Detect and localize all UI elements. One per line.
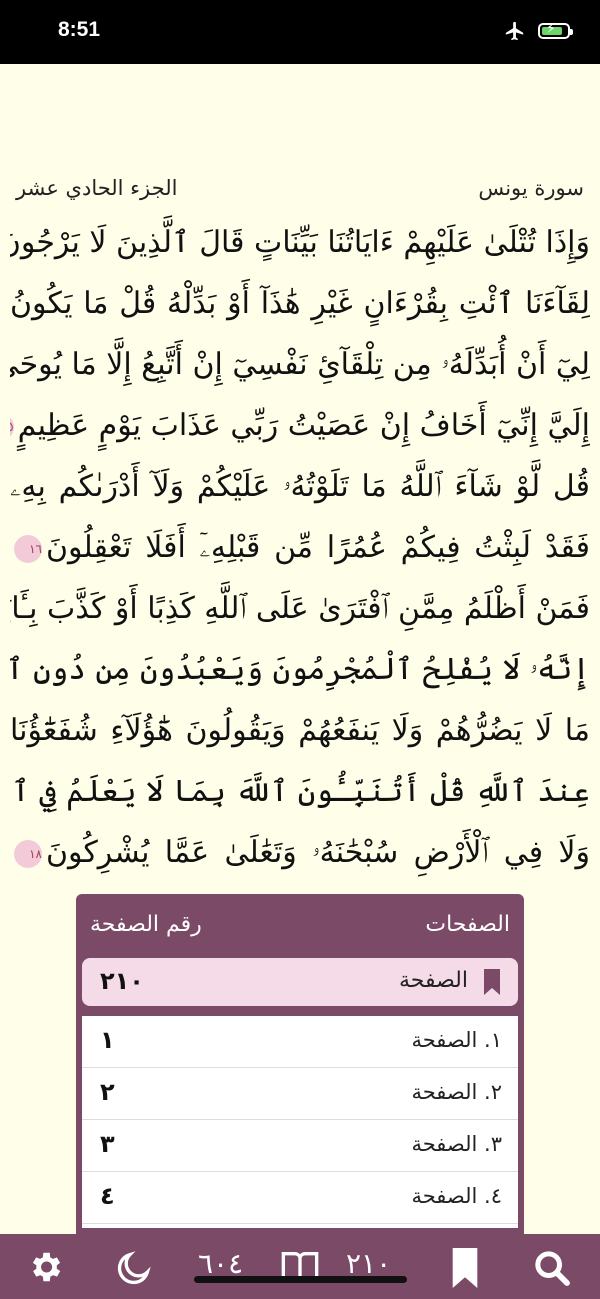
- verse-line: لِيٓ أَنْ أُبَدِّلَهُۥ مِن تِلْقَآئِ نَف…: [10, 334, 590, 395]
- verse-text: وَإِذَا تُتْلَىٰ عَلَيْهِمْ ءَايَاتُنَا …: [10, 212, 590, 883]
- list-item-number: ٤: [100, 1182, 115, 1210]
- verse-line-text: مَا لَا يَضُرُّهُمْ وَلَا يَنفَعُهُمْ وَ…: [10, 713, 590, 748]
- airplane-icon: [505, 21, 524, 41]
- list-item[interactable]: ٢. الصفحة ٢: [82, 1068, 518, 1120]
- surah-title: سورة يونس: [478, 176, 584, 200]
- pages-label: الصفحات: [425, 912, 510, 937]
- verse-line: وَإِذَا تُتْلَىٰ عَلَيْهِمْ ءَايَاتُنَا …: [10, 212, 590, 273]
- bookmark-icon: [452, 1248, 478, 1288]
- list-item[interactable]: ١. الصفحة ١: [82, 1016, 518, 1068]
- current-page-row[interactable]: الصفحة ٢١٠: [82, 958, 518, 1006]
- home-indicator: [194, 1276, 407, 1283]
- page-picker: الصفحات رقم الصفحة الصفحة ٢١٠ ١. الصفحة …: [76, 894, 524, 1234]
- juz-title: الجزء الحادي عشر: [16, 176, 178, 200]
- search-button[interactable]: [532, 1248, 572, 1292]
- current-page-label: الصفحة: [398, 968, 468, 993]
- list-item-number: ٢: [100, 1078, 115, 1106]
- verse-line-text: لِيٓ أَنْ أُبَدِّلَهُۥ مِن تِلْقَآئِ نَف…: [10, 347, 590, 382]
- list-item-label: ٤. الصفحة: [411, 1184, 502, 1208]
- moon-icon: [117, 1251, 151, 1285]
- page-number-label: رقم الصفحة: [90, 912, 202, 937]
- verse-line: وَلَا فِي ٱلْأَرْضِ سُبْحَٰنَهُۥ وَتَعَٰ…: [10, 822, 590, 883]
- page-header: سورة يونس الجزء الحادي عشر: [10, 176, 590, 208]
- verse-line: قُل لَّوْ شَآءَ ٱللَّهُ مَا تَلَوْتُهُۥ …: [10, 456, 590, 517]
- list-item-label: ١. الصفحة: [411, 1028, 502, 1052]
- ayah-number-marker: ١٨: [14, 840, 42, 868]
- bookmarks-button[interactable]: [448, 1248, 482, 1292]
- bottom-toolbar: ٦٠٤ ٢١٠: [0, 1234, 600, 1299]
- list-item-number: ٣: [100, 1130, 115, 1158]
- verse-line: فَمَنْ أَظْلَمُ مِمَّنِ ٱفْتَرَىٰ عَلَى …: [10, 578, 590, 639]
- verse-line: عِندَ ٱللَّهِ قُلْ أَتُنَبِّـُٔونَ ٱللَّ…: [10, 761, 590, 822]
- verse-line-text: فَمَنْ أَظْلَمُ مِمَّنِ ٱفْتَرَىٰ عَلَى …: [10, 591, 590, 626]
- verse-line: إِلَيَّ إِنِّيٓ أَخَافُ إِنْ عَصَيْتُ رَ…: [10, 395, 590, 456]
- list-item-label: ٣. الصفحة: [411, 1132, 502, 1156]
- gear-icon: [32, 1252, 61, 1282]
- verse-line: إِنَّهُۥ لَا يُفْلِحُ ٱلْمُجْرِمُونَ وَي…: [10, 639, 590, 700]
- status-time: 8:51: [58, 18, 101, 41]
- night-mode-button[interactable]: [114, 1248, 154, 1292]
- bookmark-icon: [484, 969, 500, 995]
- verse-line-text: لِقَآءَنَا ٱئْتِ بِقُرْءَانٍ غَيْرِ هَٰذ…: [10, 286, 590, 321]
- verse-line-text: فَقَدْ لَبِثْتُ فِيكُمْ عُمُرًا مِّن قَب…: [46, 530, 590, 565]
- verse-line-text: قُل لَّوْ شَآءَ ٱللَّهُ مَا تَلَوْتُهُۥ …: [10, 469, 590, 504]
- settings-button[interactable]: [26, 1248, 64, 1290]
- list-item-label: ٢. الصفحة: [411, 1080, 502, 1104]
- page-list[interactable]: ١. الصفحة ١ ٢. الصفحة ٢ ٣. الصفحة ٣ ٤. ا…: [82, 1016, 518, 1228]
- list-item[interactable]: ٤. الصفحة ٤: [82, 1172, 518, 1224]
- picker-header: الصفحات رقم الصفحة: [76, 894, 524, 956]
- list-item[interactable]: ٣. الصفحة ٣: [82, 1120, 518, 1172]
- verse-line: مَا لَا يَضُرُّهُمْ وَلَا يَنفَعُهُمْ وَ…: [10, 700, 590, 761]
- verse-line-text: وَلَا فِي ٱلْأَرْضِ سُبْحَٰنَهُۥ وَتَعَٰ…: [46, 835, 590, 870]
- battery-icon: ⚡: [538, 21, 573, 39]
- current-page-number: ٢١٠: [100, 967, 144, 995]
- verse-line: فَقَدْ لَبِثْتُ فِيكُمْ عُمُرًا مِّن قَب…: [10, 517, 590, 578]
- verse-line: لِقَآءَنَا ٱئْتِ بِقُرْءَانٍ غَيْرِ هَٰذ…: [10, 273, 590, 334]
- verse-line-text: وَإِذَا تُتْلَىٰ عَلَيْهِمْ ءَايَاتُنَا …: [10, 225, 590, 260]
- status-bar: 8:51 ⚡: [0, 0, 600, 64]
- quran-index-button[interactable]: [280, 1248, 320, 1290]
- verse-line-text: إِنَّهُۥ لَا يُفْلِحُ ٱلْمُجْرِمُونَ وَي…: [10, 652, 590, 687]
- search-icon: [535, 1251, 570, 1286]
- list-item-number: ١: [100, 1026, 115, 1054]
- status-icons: ⚡: [504, 20, 573, 42]
- ayah-number-marker: ١٦: [14, 535, 42, 563]
- verse-line-text: إِلَيَّ إِنِّيٓ أَخَافُ إِنْ عَصَيْتُ رَ…: [17, 408, 590, 443]
- verse-line-text: عِندَ ٱللَّهِ قُلْ أَتُنَبِّـُٔونَ ٱللَّ…: [10, 774, 590, 809]
- ayah-number-marker: ١٥: [10, 413, 14, 441]
